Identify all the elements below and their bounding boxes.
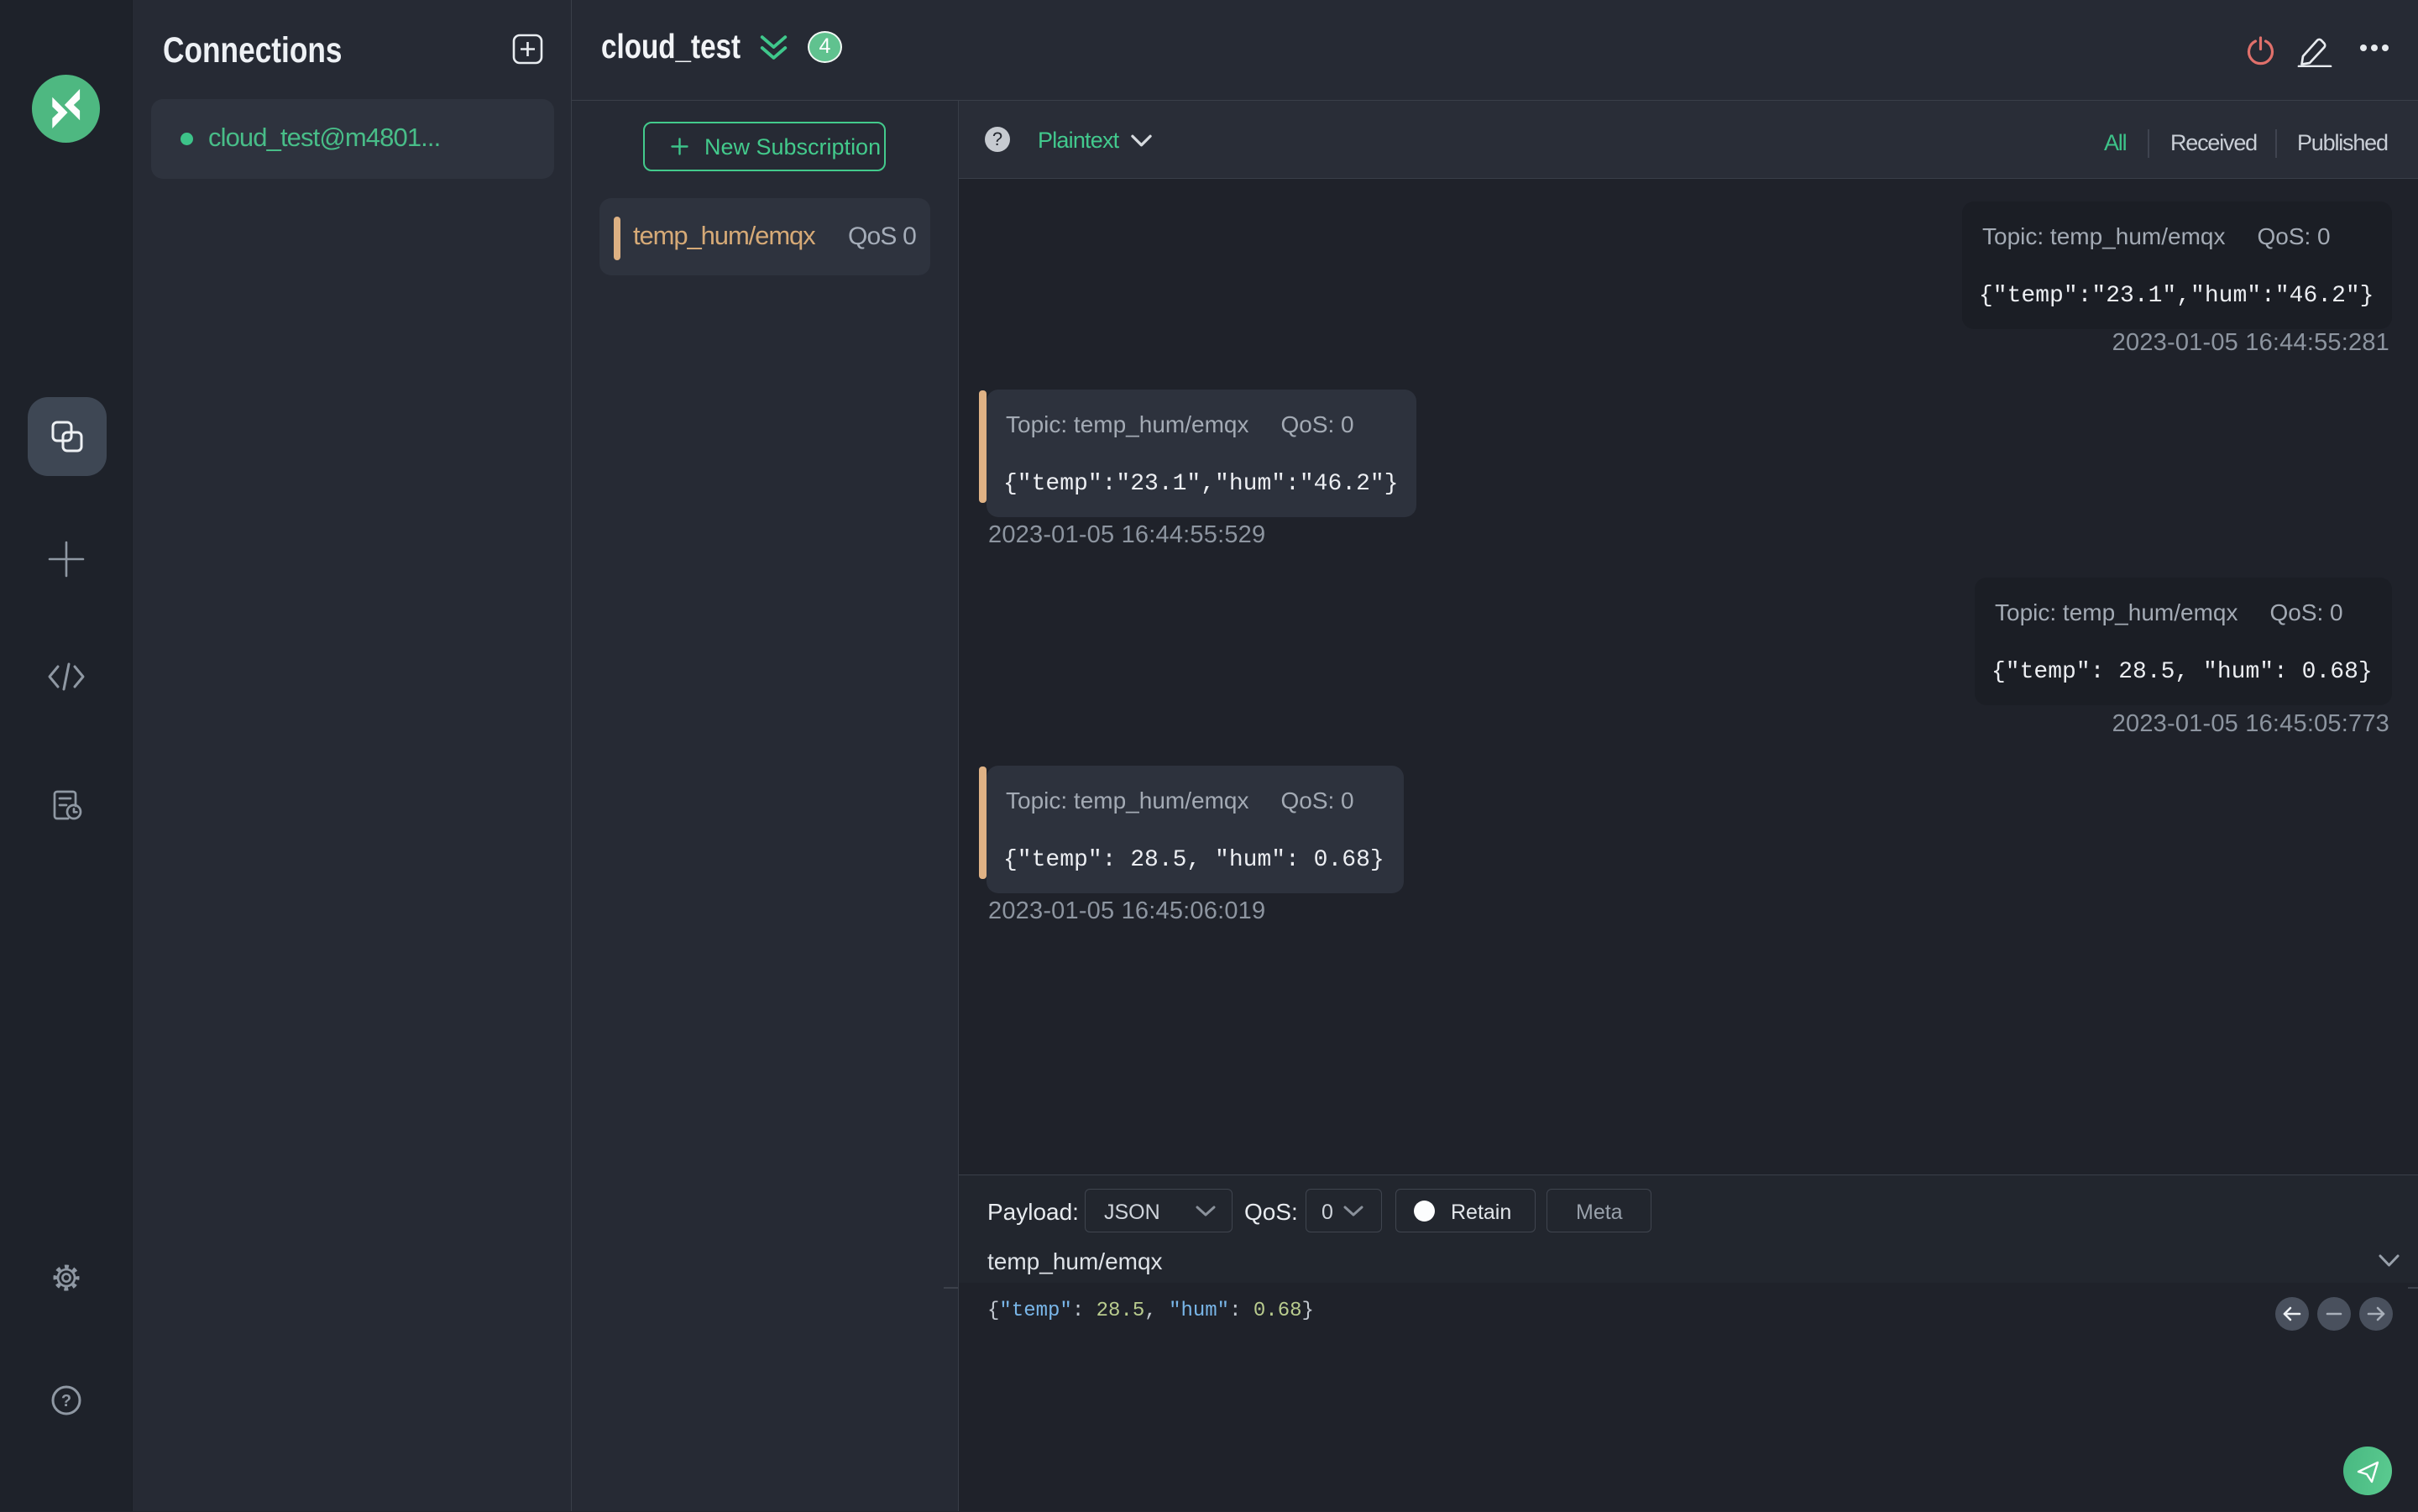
svg-text:?: ?: [61, 1392, 71, 1410]
